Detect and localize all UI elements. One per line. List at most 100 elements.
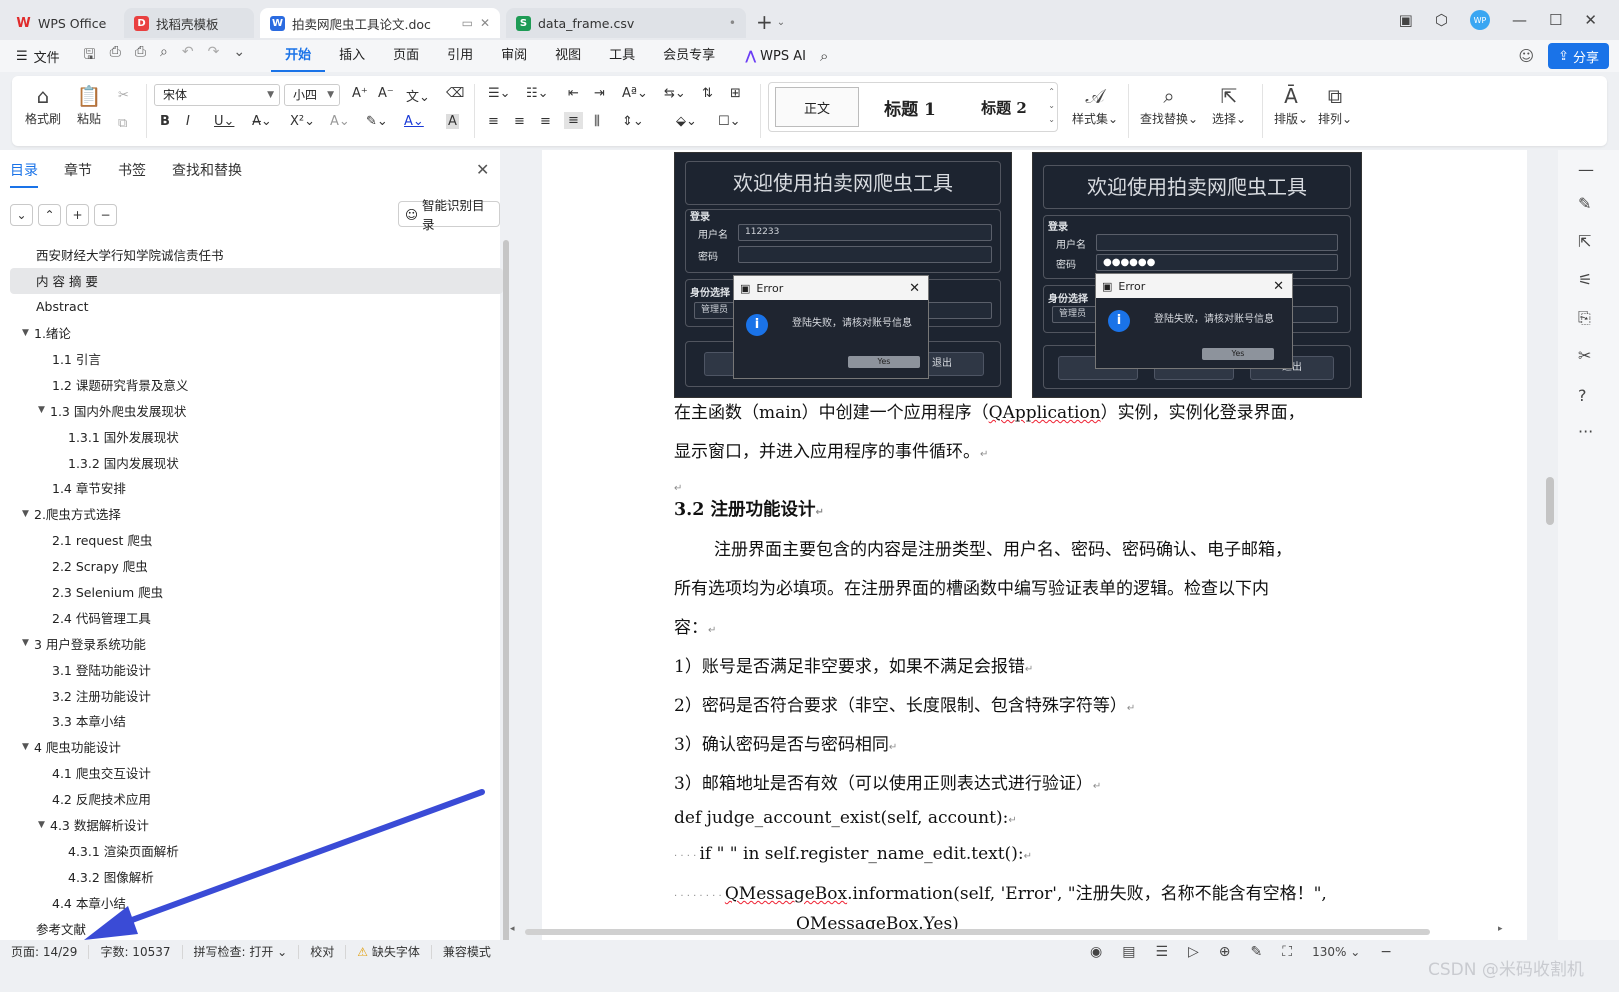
- menu-member[interactable]: 会员专享: [649, 40, 729, 72]
- restore-tab-icon[interactable]: ▭: [462, 16, 473, 30]
- style-heading-2[interactable]: 标题 2: [961, 97, 1047, 118]
- toc-item[interactable]: 3.3 本章小结: [10, 708, 503, 734]
- maximize-icon[interactable]: ☐: [1549, 11, 1562, 29]
- word-count[interactable]: 字数: 10537: [89, 945, 183, 959]
- select-button[interactable]: ⇱ 选择⌄: [1204, 82, 1254, 127]
- paste-button[interactable]: 📋 粘贴: [66, 82, 112, 127]
- zoom-out-icon[interactable]: −: [1380, 944, 1392, 960]
- border-icon[interactable]: ☐⌄: [718, 114, 741, 129]
- spell-check[interactable]: 拼写检查: 打开 ⌄: [183, 945, 300, 959]
- close-tab-icon[interactable]: ✕: [480, 16, 490, 30]
- collapse-caret-icon[interactable]: ▼: [22, 328, 34, 338]
- new-tab-icon[interactable]: +: [756, 10, 773, 34]
- toc-item[interactable]: ▼ 4 爬虫功能设计: [10, 734, 503, 760]
- collapse-caret-icon[interactable]: ▼: [22, 509, 34, 519]
- page-indicator[interactable]: 页面: 14/29: [0, 945, 90, 959]
- tools-icon[interactable]: ✂: [1578, 346, 1591, 365]
- align-right-icon[interactable]: ≡: [540, 114, 551, 129]
- show-marks-icon[interactable]: ⊞: [730, 86, 741, 101]
- menu-insert[interactable]: 插入: [325, 40, 379, 72]
- save-icon[interactable]: 🖫: [84, 44, 96, 68]
- line-spacing-icon[interactable]: ⇕⌄: [622, 114, 644, 129]
- cut-icon[interactable]: ✂: [118, 88, 129, 103]
- toc-item[interactable]: 3.1 登陆功能设计: [10, 656, 503, 682]
- font-family-select[interactable]: 宋体 ▼: [154, 84, 280, 106]
- file-menu[interactable]: ☰ 文件: [16, 47, 60, 66]
- nav-tab-bookmark[interactable]: 书签: [118, 160, 146, 188]
- proofread[interactable]: 校对: [299, 945, 347, 959]
- menu-home[interactable]: 开始: [271, 40, 326, 72]
- play-icon[interactable]: ▷: [1188, 944, 1199, 960]
- style-set-button[interactable]: 𝒜 样式集⌄: [1068, 82, 1122, 127]
- collapse-caret-icon[interactable]: ▼: [38, 820, 50, 830]
- menu-tools[interactable]: 工具: [595, 40, 649, 72]
- toc-item[interactable]: 1.1 引言: [10, 346, 503, 372]
- nav-scrollbar[interactable]: [503, 240, 509, 960]
- tab-csv[interactable]: S data_frame.csv •: [506, 8, 746, 38]
- copy-icon[interactable]: ⧉: [118, 116, 127, 131]
- layout-button[interactable]: Ā 排版⌄: [1268, 82, 1314, 127]
- tab-wps-office[interactable]: W WPS Office: [6, 8, 118, 38]
- align-center-icon[interactable]: ≡: [514, 114, 525, 129]
- eye-icon[interactable]: ◉: [1090, 944, 1102, 960]
- more-icon[interactable]: ···: [1578, 422, 1593, 441]
- toc-item[interactable]: 1.3.1 国外发展现状: [10, 423, 503, 449]
- window-layout-icon[interactable]: ▣: [1399, 11, 1413, 29]
- outline-view-icon[interactable]: ☰: [1155, 944, 1168, 960]
- collapse-caret-icon[interactable]: ▼: [22, 742, 34, 752]
- tab-docer[interactable]: D 找稻壳模板: [124, 8, 254, 38]
- sort-az-icon[interactable]: ⇅: [702, 86, 713, 101]
- style-normal[interactable]: 正文: [775, 87, 859, 127]
- horizontal-scrollbar[interactable]: ◂ ▸: [510, 924, 1510, 938]
- menu-view[interactable]: 视图: [541, 40, 595, 72]
- toc-item[interactable]: 1.2 课题研究背景及意义: [10, 371, 503, 397]
- chevron-down-icon[interactable]: ⌄: [777, 17, 785, 28]
- close-window-icon[interactable]: ✕: [1584, 11, 1597, 29]
- toc-item[interactable]: 2.4 代码管理工具: [10, 604, 503, 630]
- minus-icon[interactable]: —: [1578, 160, 1594, 179]
- toc-item[interactable]: Abstract: [10, 294, 503, 320]
- font-color-icon[interactable]: A⌄: [404, 114, 424, 129]
- smart-toc-button[interactable]: ☺ 智能识别目录: [398, 198, 500, 232]
- shading-icon[interactable]: ⬙⌄: [676, 114, 697, 129]
- font-size-select[interactable]: 小四 ▼: [284, 84, 340, 106]
- text-direction-icon[interactable]: Aª⌄: [622, 86, 648, 101]
- toc-item[interactable]: ▼ 1.绪论: [10, 320, 503, 346]
- toc-item[interactable]: 4.4 本章小结: [10, 889, 503, 915]
- increase-indent-icon[interactable]: ⇥: [594, 86, 605, 101]
- collapse-caret-icon[interactable]: ▼: [38, 405, 50, 415]
- format-painter-button[interactable]: ⌂ 格式刷: [20, 82, 66, 127]
- zoom-level[interactable]: 130% ⌄: [1312, 945, 1360, 959]
- fit-icon[interactable]: ⛶: [1282, 944, 1292, 960]
- chevron-down-icon[interactable]: ⌄: [10, 204, 33, 226]
- scroll-left-icon[interactable]: ◂: [510, 924, 515, 934]
- eraser-icon[interactable]: ⌫: [446, 86, 464, 101]
- find-replace-button[interactable]: ⌕ 查找替换⌄: [1136, 82, 1202, 127]
- toc-item[interactable]: 参考文献: [10, 915, 503, 941]
- numbered-list-icon[interactable]: ☷⌄: [526, 86, 549, 101]
- compat-mode[interactable]: 兼容模式: [432, 945, 502, 959]
- style-scroll[interactable]: ⌃ ⌄ ⌄: [1048, 85, 1055, 127]
- missing-font[interactable]: ⚠ 缺失字体: [346, 945, 432, 959]
- preview-icon[interactable]: ⌕: [160, 44, 168, 68]
- toc-item[interactable]: 1.3.2 国内发展现状: [10, 449, 503, 475]
- print-icon[interactable]: ⎙: [135, 44, 146, 68]
- export-icon[interactable]: ⎙: [110, 44, 121, 68]
- chevron-down-icon[interactable]: ⌄: [233, 44, 245, 68]
- char-shading-icon[interactable]: A: [446, 114, 459, 129]
- page-view-icon[interactable]: ▤: [1122, 944, 1135, 960]
- shrink-font-icon[interactable]: A⁻: [378, 86, 394, 101]
- nav-tab-chapter[interactable]: 章节: [64, 160, 92, 188]
- menu-page[interactable]: 页面: [379, 40, 433, 72]
- nav-tab-toc[interactable]: 目录: [10, 160, 38, 188]
- share-button[interactable]: ⇪ 分享: [1548, 43, 1609, 69]
- superscript-icon[interactable]: X²⌄: [290, 114, 315, 129]
- toc-item[interactable]: ▼ 3 用户登录系统功能: [10, 630, 503, 656]
- close-icon[interactable]: ✕: [476, 160, 489, 179]
- plus-icon[interactable]: +: [66, 204, 89, 226]
- select-cursor-icon[interactable]: ⇱: [1578, 232, 1591, 251]
- toc-item[interactable]: 2.1 request 爬虫: [10, 527, 503, 553]
- strikethrough-icon[interactable]: A̶⌄: [252, 114, 272, 129]
- translate-icon[interactable]: ⎘: [1578, 308, 1591, 328]
- pen-icon[interactable]: ✎: [1578, 194, 1591, 213]
